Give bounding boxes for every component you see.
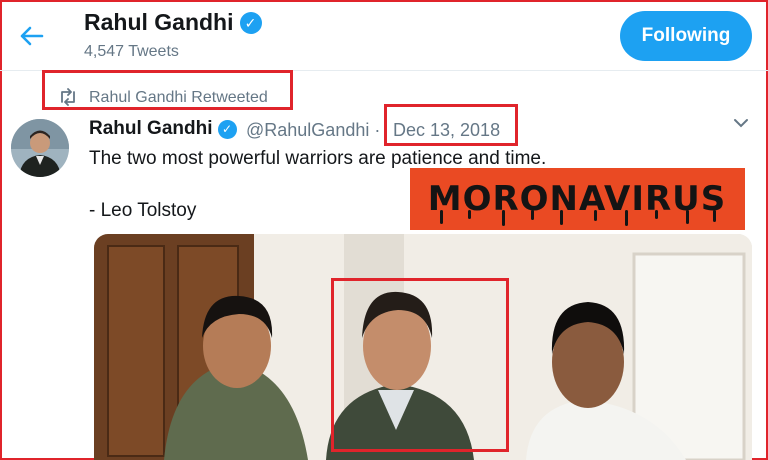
back-arrow-icon[interactable]: [18, 22, 46, 50]
profile-name: Rahul Gandhi ✓: [84, 9, 262, 36]
annotation-box-face: [331, 278, 509, 452]
stamp-text: MORONAVIRUS: [428, 179, 727, 219]
tweet-handle-text[interactable]: @RahulGandhi: [246, 120, 369, 140]
following-button[interactable]: Following: [620, 11, 752, 61]
profile-header: Rahul Gandhi ✓ 4,547 Tweets Following: [0, 0, 768, 71]
verified-badge-icon: ✓: [217, 120, 237, 139]
tweet-date[interactable]: Dec 13, 2018: [393, 120, 500, 141]
tweet-author-name[interactable]: Rahul Gandhi: [89, 118, 213, 139]
verified-badge-icon: ✓: [239, 12, 262, 34]
tweet-count: 4,547 Tweets: [84, 43, 179, 60]
handle-date-separator: ·: [374, 120, 381, 140]
tweet-author[interactable]: Rahul Gandhi ✓: [89, 118, 237, 140]
moronavirus-stamp: MORONAVIRUS: [410, 168, 745, 230]
retweet-label[interactable]: Rahul Gandhi Retweeted: [89, 89, 268, 107]
chevron-down-icon[interactable]: [733, 116, 749, 134]
tweet-text-line-1: The two most powerful warriors are patie…: [89, 148, 547, 169]
profile-name-text: Rahul Gandhi: [84, 9, 234, 35]
retweet-icon: [58, 88, 78, 111]
tweet-text-line-2: - Leo Tolstoy: [89, 200, 197, 221]
tweet-handle[interactable]: @RahulGandhi ·: [246, 120, 380, 141]
avatar[interactable]: [11, 119, 69, 177]
